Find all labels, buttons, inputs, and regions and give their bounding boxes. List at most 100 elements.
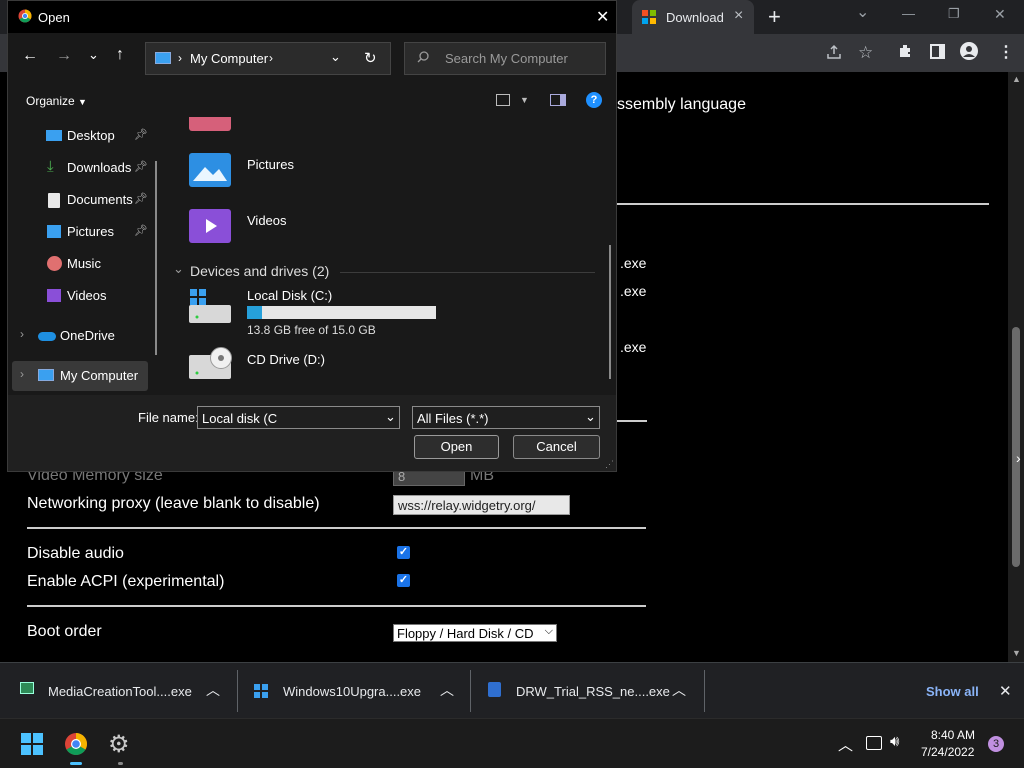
tab-search-icon[interactable]: ⌄ bbox=[856, 2, 869, 22]
clock-time[interactable]: 8:40 AM bbox=[931, 728, 975, 742]
help-icon[interactable]: ? bbox=[586, 92, 602, 108]
disc-icon bbox=[210, 347, 232, 369]
search-field[interactable]: Search My Computer bbox=[404, 42, 606, 75]
scrollbar-thumb[interactable] bbox=[1012, 327, 1020, 567]
devices-group-header[interactable]: Devices and drives (2) bbox=[190, 263, 329, 279]
file-name-dropdown-icon[interactable]: ⌄ bbox=[385, 409, 396, 425]
nav-item-desktop[interactable]: Desktop 📌︎ bbox=[8, 121, 153, 151]
download-link-fragment[interactable]: .exe bbox=[620, 339, 646, 355]
expand-chevron-icon[interactable]: › bbox=[20, 327, 24, 341]
boot-order-select[interactable]: Floppy / Hard Disk / CD ⌵ bbox=[393, 624, 557, 642]
open-button[interactable]: Open bbox=[414, 435, 499, 459]
nav-item-downloads[interactable]: ⤓ Downloads 📌︎ bbox=[8, 153, 153, 183]
windows-logo-icon bbox=[190, 289, 206, 305]
folder-item-videos[interactable]: Videos bbox=[186, 209, 386, 249]
dialog-close-icon[interactable]: ✕ bbox=[596, 7, 609, 27]
page-scrollbar[interactable]: ▲ ▼ bbox=[1008, 72, 1024, 662]
show-all-button[interactable]: Show all bbox=[926, 684, 979, 699]
view-dropdown-caret-icon[interactable]: ▼ bbox=[520, 95, 529, 105]
divider bbox=[27, 527, 646, 529]
tab-close-icon[interactable]: × bbox=[734, 7, 743, 25]
refresh-icon[interactable]: ↻ bbox=[364, 49, 377, 67]
tab-download[interactable]: Download × bbox=[632, 0, 754, 34]
nav-item-label: Videos bbox=[67, 288, 107, 303]
dialog-titlebar: Open ✕ bbox=[8, 1, 616, 33]
download-item[interactable]: Windows10Upgra....exe ︿ bbox=[238, 662, 470, 718]
chevron-up-icon[interactable]: ︿ bbox=[440, 680, 454, 700]
address-location[interactable]: My Computer bbox=[190, 51, 268, 66]
notification-badge[interactable]: 3 bbox=[988, 736, 1004, 752]
drive-usage-bar bbox=[247, 306, 436, 319]
resize-grip-icon[interactable]: ⋰ bbox=[605, 459, 614, 470]
view-options-icon[interactable] bbox=[496, 94, 510, 106]
profile-icon[interactable] bbox=[960, 42, 978, 60]
scroll-down-icon[interactable]: ▼ bbox=[1012, 648, 1021, 658]
forward-arrow-icon[interactable]: → bbox=[56, 47, 72, 65]
address-dropdown-chevron-icon[interactable]: ⌄ bbox=[330, 49, 341, 65]
nav-item-music[interactable]: Music bbox=[8, 249, 153, 279]
bookmark-star-icon[interactable]: ☆ bbox=[858, 43, 873, 63]
start-button-icon[interactable] bbox=[21, 733, 43, 755]
scroll-up-icon[interactable]: ▲ bbox=[1012, 74, 1021, 84]
side-panel-icon[interactable] bbox=[930, 44, 945, 59]
nav-item-pictures[interactable]: Pictures 📌︎ bbox=[8, 217, 153, 247]
settings-gear-icon[interactable]: ⚙ bbox=[108, 730, 130, 759]
divider bbox=[617, 203, 989, 205]
up-arrow-icon[interactable]: ↑ bbox=[116, 46, 124, 64]
menu-icon[interactable]: ⋮ bbox=[998, 42, 1014, 62]
download-link-fragment[interactable]: .exe bbox=[620, 283, 646, 299]
documents-icon bbox=[48, 193, 60, 208]
breadcrumb-separator: › bbox=[269, 51, 273, 65]
chrome-taskbar-icon[interactable] bbox=[64, 732, 88, 756]
nav-item-label: Music bbox=[67, 256, 101, 271]
nav-item-documents[interactable]: Documents 📌︎ bbox=[8, 185, 153, 215]
dialog-footer: File name: Local disk (C ⌄ All Files (*.… bbox=[8, 395, 616, 471]
minimize-button[interactable]: — bbox=[902, 6, 915, 21]
navigation-pane: Desktop 📌︎ ⤓ Downloads 📌︎ Documents 📌︎ P… bbox=[8, 117, 158, 395]
share-icon[interactable] bbox=[826, 44, 842, 60]
close-shelf-icon[interactable]: ✕ bbox=[999, 682, 1012, 700]
address-bar[interactable]: › My Computer › ⌄ ↻ bbox=[145, 42, 391, 75]
preview-pane-icon[interactable] bbox=[550, 94, 566, 106]
download-link-fragment[interactable]: .exe bbox=[620, 255, 646, 271]
extensions-icon[interactable] bbox=[897, 43, 913, 59]
recent-locations-chevron-icon[interactable]: ⌄ bbox=[88, 47, 99, 63]
file-name-input[interactable]: Local disk (C ⌄ bbox=[197, 406, 400, 429]
chevron-up-icon[interactable]: ︿ bbox=[672, 680, 686, 700]
nav-item-videos[interactable]: Videos bbox=[8, 281, 153, 311]
organize-button[interactable]: Organize ▼ bbox=[26, 94, 87, 108]
nav-item-label: My Computer bbox=[60, 368, 139, 383]
folder-item-pictures[interactable]: Pictures bbox=[186, 153, 386, 193]
file-type-select[interactable]: All Files (*.*) ⌄ bbox=[412, 406, 600, 429]
chevron-up-icon[interactable]: ︿ bbox=[206, 680, 220, 700]
window-close-button[interactable]: ✕ bbox=[994, 6, 1006, 23]
download-file-name: DRW_Trial_RSS_ne....exe bbox=[516, 684, 670, 699]
volume-icon[interactable]: 🔊︎ bbox=[890, 733, 899, 750]
chevron-up-icon[interactable]: ︿ bbox=[838, 734, 853, 755]
download-item[interactable]: DRW_Trial_RSS_ne....exe ︿ bbox=[471, 662, 703, 718]
restore-button[interactable]: ❐ bbox=[948, 6, 960, 22]
pin-icon: 📌︎ bbox=[134, 193, 148, 205]
collapse-group-icon[interactable]: ⌄ bbox=[173, 261, 184, 277]
cancel-button[interactable]: Cancel bbox=[513, 435, 600, 459]
expand-chevron-icon[interactable]: › bbox=[20, 367, 24, 381]
new-tab-button[interactable]: + bbox=[768, 4, 781, 30]
content-scrollbar[interactable] bbox=[609, 245, 611, 379]
network-icon[interactable] bbox=[866, 736, 882, 750]
nav-item-my-computer[interactable]: › My Computer bbox=[12, 361, 148, 391]
nav-item-label: Documents bbox=[67, 192, 133, 207]
disable-audio-checkbox[interactable]: ✓ bbox=[397, 546, 410, 559]
search-placeholder: Search My Computer bbox=[445, 51, 568, 66]
drive-item-c[interactable]: Local Disk (C:) 13.8 GB free of 15.0 GB bbox=[186, 287, 446, 337]
download-item[interactable]: MediaCreationTool....exe ︿ bbox=[0, 662, 235, 718]
active-app-indicator bbox=[70, 762, 82, 765]
back-arrow-icon[interactable]: ← bbox=[22, 47, 38, 65]
file-name-value: Local disk (C bbox=[202, 411, 278, 426]
drive-item-d[interactable]: CD Drive (D:) bbox=[186, 343, 446, 387]
nav-pane-scrollbar[interactable] bbox=[155, 161, 157, 355]
nav-item-onedrive[interactable]: › OneDrive bbox=[8, 321, 153, 351]
enable-acpi-checkbox[interactable]: ✓ bbox=[397, 574, 410, 587]
videos-icon bbox=[47, 289, 61, 302]
networking-proxy-input[interactable]: wss://relay.widgetry.org/ bbox=[393, 495, 570, 515]
clock-date[interactable]: 7/24/2022 bbox=[921, 745, 974, 759]
